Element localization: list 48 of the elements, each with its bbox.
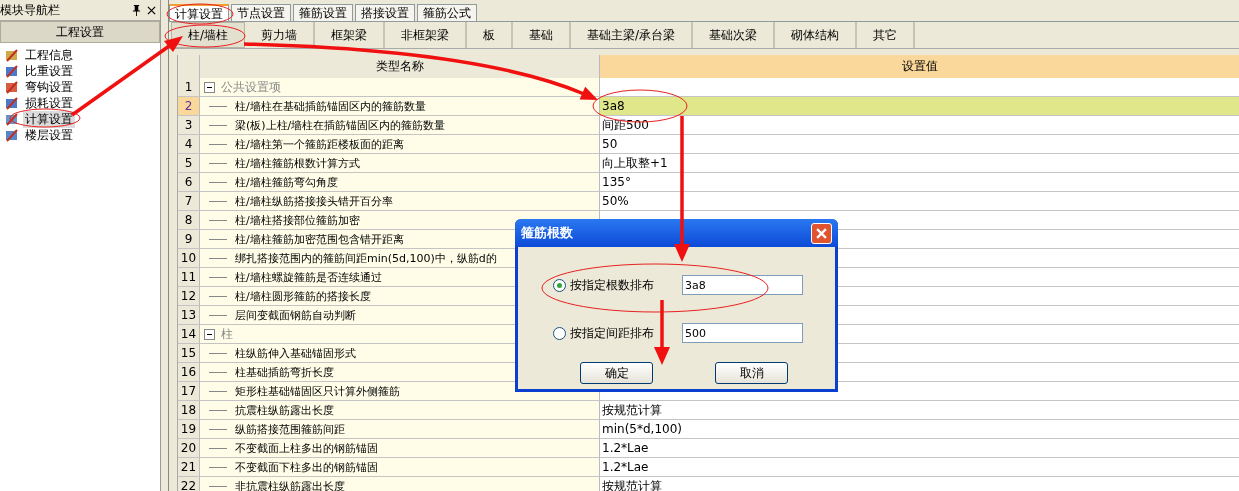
setting-name: 层间变截面钢筋自动判断 [235, 307, 356, 323]
row-number: 4 [178, 135, 200, 154]
column-header: 类型名称 [200, 55, 600, 79]
row-number: 8 [178, 211, 200, 230]
row-number: 6 [178, 173, 200, 192]
setting-name: 纵筋搭接范围箍筋间距 [235, 421, 345, 437]
row-number: 11 [178, 268, 200, 287]
column-header: 设置值 [600, 55, 1239, 79]
setting-name: 柱/墙柱纵筋搭接接头错开百分率 [235, 193, 393, 209]
setting-name: 柱/墙柱在基础插筋锚固区内的箍筋数量 [235, 98, 426, 114]
setting-name: 不变截面下柱多出的钢筋锚固 [235, 459, 378, 475]
row-number: 18 [178, 401, 200, 420]
setting-name: 柱/墙柱第一个箍筋距楼板面的距离 [235, 136, 404, 152]
dialog-title: 箍筋根数 [521, 224, 574, 242]
row-number: 10 [178, 249, 200, 268]
row-number: 19 [178, 420, 200, 439]
setting-name: 梁(板)上柱/墙柱在插筋锚固区内的箍筋数量 [235, 117, 446, 133]
row-number: 16 [178, 363, 200, 382]
row-number: 1 [178, 78, 200, 97]
row-number: 17 [178, 382, 200, 401]
row-number: 14 [178, 325, 200, 344]
setting-name: 矩形柱基础锚固区只计算外侧箍筋 [235, 383, 400, 399]
row-number: 5 [178, 154, 200, 173]
setting-name: 柱/墙柱搭接部位箍筋加密 [235, 212, 360, 228]
setting-name: 柱/墙柱螺旋箍筋是否连续通过 [235, 269, 382, 285]
row-number: 9 [178, 230, 200, 249]
setting-name: 柱/墙柱箍筋弯勾角度 [235, 174, 338, 190]
setting-name: 柱/墙柱箍筋加密范围包含错开距离 [235, 231, 404, 247]
setting-name: 柱纵筋伸入基础锚固形式 [235, 345, 356, 361]
row-number: 13 [178, 306, 200, 325]
row-number: 15 [178, 344, 200, 363]
setting-name: 不变截面上柱多出的钢筋锚固 [235, 440, 378, 456]
row-number: 21 [178, 458, 200, 477]
group-name: 公共设置项 [221, 78, 281, 96]
row-number: 2 [178, 97, 200, 116]
row-number: 12 [178, 287, 200, 306]
setting-name: 柱/墙柱圆形箍筋的搭接长度 [235, 288, 371, 304]
row-number: 22 [178, 477, 200, 491]
row-number: 7 [178, 192, 200, 211]
setting-name: 柱基础插筋弯折长度 [235, 364, 334, 380]
setting-name: 抗震柱纵筋露出长度 [235, 402, 334, 418]
row-number: 3 [178, 116, 200, 135]
panel-title: 模块导航栏 [0, 1, 61, 19]
setting-name: 柱/墙柱箍筋根数计算方式 [235, 155, 360, 171]
group-name: 柱 [221, 325, 233, 343]
row-number: 20 [178, 439, 200, 458]
setting-name: 非抗震柱纵筋露出长度 [235, 478, 345, 491]
setting-name: 绑扎搭接范围内的箍筋间距min(5d,100)中，纵筋d的 [235, 250, 497, 266]
